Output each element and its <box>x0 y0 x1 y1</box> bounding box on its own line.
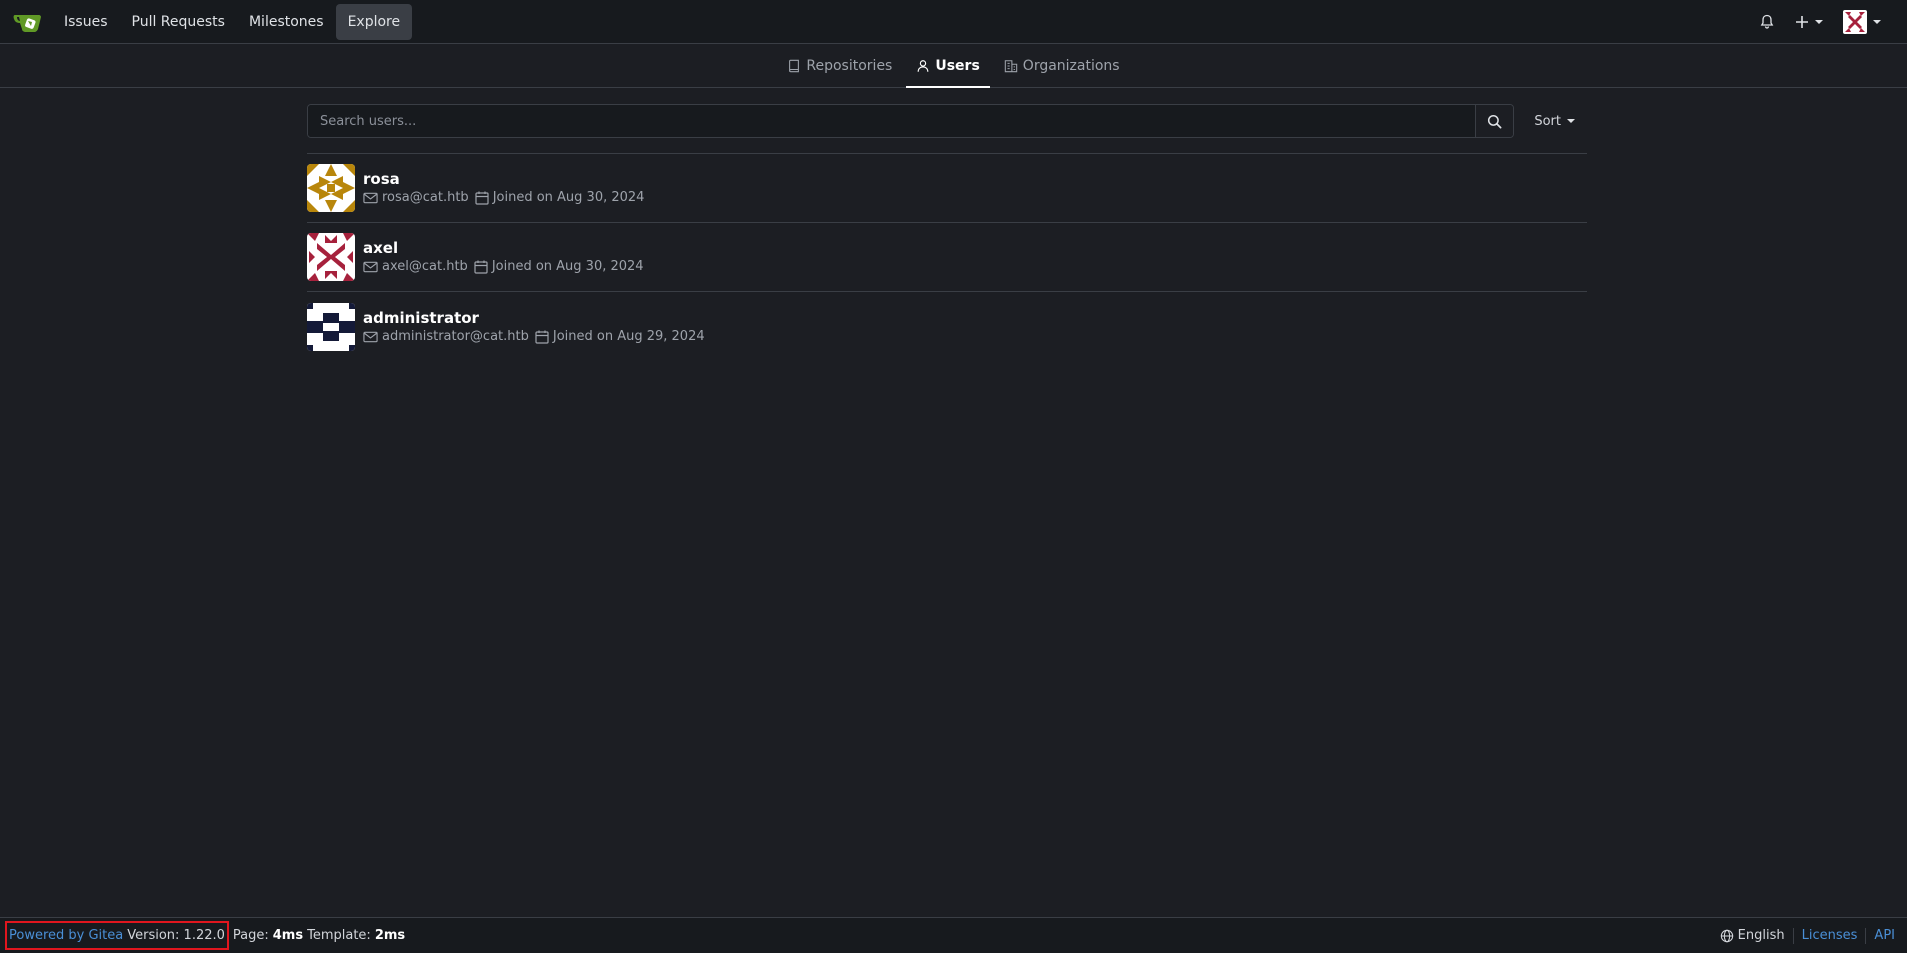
user-name-link[interactable]: administrator <box>363 308 711 328</box>
user-email: axel@cat.htb <box>363 258 468 276</box>
chevron-down-icon <box>1815 19 1823 24</box>
chevron-down-icon <box>1567 119 1575 123</box>
licenses-link[interactable]: Licenses <box>1802 928 1858 943</box>
api-link[interactable]: API <box>1874 928 1895 943</box>
user-meta: administrator@cat.htb Joined on Aug 29, … <box>363 328 711 346</box>
avatar <box>1843 9 1867 34</box>
avatar-administrator-icon <box>307 302 355 351</box>
template-time-label: Template: <box>307 928 371 943</box>
search-input[interactable] <box>308 105 1476 137</box>
mail-icon <box>363 192 378 204</box>
user-meta: axel@cat.htb Joined on Aug 30, 2024 <box>363 258 650 276</box>
users-content: Sort rosa <box>307 104 1587 361</box>
nav-pull-requests[interactable]: Pull Requests <box>120 4 237 40</box>
footer-right: English Licenses API <box>1720 927 1895 944</box>
repo-icon <box>789 59 800 72</box>
divider <box>1792 927 1794 944</box>
search-row: Sort <box>307 104 1587 138</box>
user-joined-text: Joined on Aug 30, 2024 <box>491 259 644 274</box>
tab-repositories[interactable]: Repositories <box>777 44 902 87</box>
version-text: Version: 1.22.0 <box>127 928 225 943</box>
page-time-value: 4ms <box>272 928 304 943</box>
nav-issues[interactable]: Issues <box>52 4 120 40</box>
user-email-text[interactable]: rosa@cat.htb <box>382 189 469 207</box>
nav-right-group <box>1749 0 1891 44</box>
avatar[interactable] <box>307 233 355 281</box>
tab-organizations[interactable]: Organizations <box>994 44 1130 87</box>
sort-label: Sort <box>1534 113 1561 129</box>
user-joined-text: Joined on Aug 30, 2024 <box>492 190 645 205</box>
template-time-value: 2ms <box>374 928 406 943</box>
divider <box>1865 927 1867 944</box>
top-navbar: Issues Pull Requests Milestones Explore <box>0 0 1907 44</box>
search-icon <box>1488 114 1502 128</box>
tab-users[interactable]: Users <box>906 44 991 88</box>
gitea-logo-icon <box>13 14 41 32</box>
user-email-text[interactable]: axel@cat.htb <box>382 258 468 276</box>
user-meta: rosa@cat.htb Joined on Aug 30, 2024 <box>363 189 650 207</box>
user-joined: Joined on Aug 30, 2024 <box>474 258 644 276</box>
user-joined: Joined on Aug 29, 2024 <box>535 328 705 346</box>
tab-organizations-label: Organizations <box>1022 57 1120 74</box>
powered-by-link[interactable]: Powered by Gitea <box>9 928 123 943</box>
nav-milestones[interactable]: Milestones <box>237 4 336 40</box>
explore-tabs: Repositories Users Organizations <box>0 44 1907 88</box>
list-item: administrator administrator@cat.htb Join… <box>307 292 1587 361</box>
tab-users-label: Users <box>935 57 980 74</box>
avatar[interactable] <box>307 302 355 351</box>
user-email: rosa@cat.htb <box>363 189 469 207</box>
list-item: axel axel@cat.htb Joined on Aug 30, 2024 <box>307 223 1587 292</box>
list-item: rosa rosa@cat.htb Joined on Aug 30, 2024 <box>307 154 1587 223</box>
mail-icon <box>363 261 378 273</box>
sort-dropdown[interactable]: Sort <box>1522 104 1587 138</box>
user-info: axel axel@cat.htb Joined on Aug 30, 2024 <box>363 238 650 276</box>
organization-icon <box>1004 59 1018 72</box>
gitea-logo[interactable] <box>4 4 52 40</box>
user-name-link[interactable]: rosa <box>363 169 650 189</box>
calendar-icon <box>535 330 549 344</box>
user-menu-button[interactable] <box>1833 4 1891 40</box>
user-info: administrator administrator@cat.htb Join… <box>363 308 711 346</box>
person-icon <box>917 59 929 72</box>
page-footer: Powered by Gitea Version: 1.22.0 Page: 4… <box>0 917 1907 953</box>
avatar-axel-icon <box>307 233 355 281</box>
plus-icon <box>1796 15 1808 28</box>
user-joined-text: Joined on Aug 29, 2024 <box>552 328 705 344</box>
mail-icon <box>363 331 378 342</box>
page-time-label: Page: <box>232 928 269 943</box>
language-selector[interactable]: English <box>1720 928 1785 943</box>
globe-icon <box>1720 929 1733 942</box>
nav-explore[interactable]: Explore <box>335 3 413 40</box>
user-name-link[interactable]: axel <box>363 238 650 258</box>
avatar[interactable] <box>307 164 355 212</box>
tab-repositories-label: Repositories <box>806 57 893 74</box>
footer-left: Powered by Gitea Version: 1.22.0 Page: 4… <box>5 921 405 950</box>
create-new-button[interactable] <box>1785 4 1833 40</box>
version-highlight-box: Powered by Gitea Version: 1.22.0 <box>5 921 229 950</box>
bell-icon <box>1760 14 1774 29</box>
search-box <box>307 104 1515 138</box>
search-button[interactable] <box>1475 105 1514 137</box>
avatar-rosa-icon <box>307 164 355 212</box>
user-email: administrator@cat.htb <box>363 328 529 346</box>
user-joined: Joined on Aug 30, 2024 <box>475 189 645 207</box>
user-email-text[interactable]: administrator@cat.htb <box>382 328 529 346</box>
calendar-icon <box>474 260 488 274</box>
calendar-icon <box>475 191 489 205</box>
language-label: English <box>1737 928 1785 943</box>
user-list: rosa rosa@cat.htb Joined on Aug 30, 2024… <box>307 154 1587 361</box>
chevron-down-icon <box>1873 19 1881 24</box>
notifications-button[interactable] <box>1749 4 1785 40</box>
user-info: rosa rosa@cat.htb Joined on Aug 30, 2024 <box>363 169 650 207</box>
